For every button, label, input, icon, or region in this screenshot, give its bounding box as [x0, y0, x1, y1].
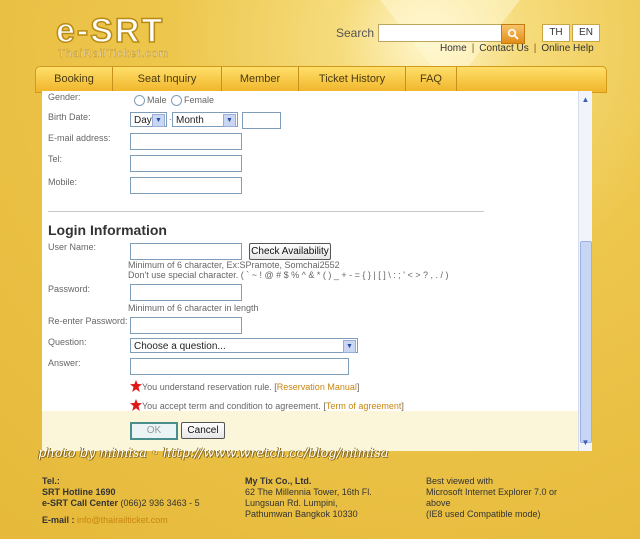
- footer-company-name: My Tix Co., Ltd.: [245, 476, 312, 486]
- radio-female[interactable]: [171, 95, 182, 107]
- footer-browser-note: Best viewed with Microsoft Internet Expl…: [426, 476, 557, 520]
- footer-callcenter-number: (066)2 936 3463 - 5: [120, 498, 200, 508]
- question-select-value: Choose a question...: [134, 341, 226, 352]
- footer-address-3: Pathumwan Bangkok 10330: [245, 509, 358, 519]
- chevron-down-icon: ▼: [152, 114, 165, 127]
- footer-email-link[interactable]: info@thairailticket.com: [77, 515, 168, 525]
- footer-callcenter-label: e-SRT Call Center: [42, 498, 119, 508]
- year-field[interactable]: [242, 112, 281, 129]
- form-button-area: [42, 411, 578, 451]
- reservation-manual-link[interactable]: Reservation Manual: [277, 382, 357, 392]
- separator: |: [471, 43, 475, 54]
- search-input[interactable]: [378, 24, 506, 42]
- password-label: Password:: [48, 284, 91, 294]
- contact-us-link[interactable]: Contact Us: [479, 43, 528, 54]
- birth-date-label: Birth Date:: [48, 112, 91, 122]
- gender-female-label: Female: [184, 95, 215, 105]
- bracket-close: ]: [401, 401, 404, 411]
- nav-member[interactable]: Member: [222, 67, 299, 92]
- radio-male[interactable]: [134, 95, 145, 107]
- search-label: Search: [336, 26, 375, 40]
- day-select[interactable]: Day ▼: [130, 112, 167, 127]
- footer-address-1: 62 The Millennia Tower, 16th Fl.: [245, 487, 372, 497]
- agree-terms-row: You accept term and condition to agreeme…: [142, 401, 404, 411]
- search-button[interactable]: [501, 24, 525, 44]
- chevron-down-icon: ▼: [223, 114, 236, 127]
- reenter-password-label: Re-enter Password:: [48, 316, 128, 326]
- answer-field[interactable]: [130, 358, 349, 375]
- mobile-label: Mobile:: [48, 177, 78, 187]
- separator: |: [533, 43, 537, 54]
- home-link[interactable]: Home: [440, 43, 467, 54]
- ok-button[interactable]: OK: [130, 422, 178, 440]
- term-of-agreement-link[interactable]: Term of agreement: [326, 401, 402, 411]
- tel-field[interactable]: [130, 155, 242, 172]
- section-divider: [48, 211, 484, 212]
- check-availability-button[interactable]: Check Availability: [249, 243, 331, 260]
- footer-best-1: Best viewed with: [426, 476, 494, 486]
- day-select-value: Day: [134, 115, 152, 126]
- username-field[interactable]: [130, 243, 242, 260]
- footer-address-2: Lungsuan Rd. Lumpini,: [245, 498, 338, 508]
- form-scrollbar[interactable]: ▲ ▼: [578, 91, 592, 451]
- footer-email-label: E-mail :: [42, 515, 75, 525]
- top-links: Home | Contact Us | Online Help: [440, 43, 594, 54]
- month-select-value: Month: [176, 115, 204, 126]
- question-label: Question:: [48, 337, 87, 347]
- agree-terms-text: You accept term and condition to agreeme…: [142, 401, 321, 411]
- footer: Tel.: SRT Hotline 1690 e-SRT Call Center…: [0, 470, 640, 539]
- chevron-down-icon: ▼: [343, 340, 356, 353]
- logo-main-text: e-SRT: [55, 12, 165, 50]
- registration-form: Gender: Male Female Birth Date: Day ▼ . M…: [42, 91, 578, 411]
- footer-best-4: (IE8 used Compatible mode): [426, 509, 541, 519]
- gender-male-label: Male: [147, 95, 167, 105]
- footer-best-3: above: [426, 498, 451, 508]
- password-hint: Minimum of 6 character in length: [128, 303, 259, 313]
- main-nav: Booking Seat Inquiry Member Ticket Histo…: [35, 66, 607, 93]
- answer-label: Answer:: [48, 358, 81, 368]
- lang-en-button[interactable]: EN: [572, 24, 600, 42]
- lang-th-button[interactable]: TH: [542, 24, 570, 42]
- login-information-title: Login Information: [48, 222, 167, 238]
- bracket-close: ]: [356, 382, 360, 392]
- red-star-icon: [130, 380, 142, 392]
- nav-faq[interactable]: FAQ: [406, 67, 457, 92]
- question-select[interactable]: Choose a question... ▼: [130, 338, 358, 353]
- scroll-up-icon[interactable]: ▲: [579, 93, 592, 106]
- nav-booking[interactable]: Booking: [36, 67, 113, 92]
- search-icon: [507, 28, 519, 40]
- footer-company: My Tix Co., Ltd. 62 The Millennia Tower,…: [245, 476, 372, 520]
- logo-sub-text: ThaiRailTicket.com: [58, 48, 170, 60]
- online-help-link[interactable]: Online Help: [541, 43, 593, 54]
- mobile-field[interactable]: [130, 177, 242, 194]
- gender-label: Gender:: [48, 92, 81, 102]
- site-logo[interactable]: e-SRT ThaiRailTicket.com: [55, 12, 170, 60]
- reenter-password-field[interactable]: [130, 317, 242, 334]
- gender-male-option[interactable]: Male: [134, 95, 167, 107]
- email-label: E-mail address:: [48, 133, 111, 143]
- footer-tel-label: Tel.:: [42, 476, 60, 486]
- agree-rule-row: You understand reservation rule. [Reserv…: [142, 382, 359, 392]
- footer-best-2: Microsoft Internet Explorer 7.0 or: [426, 487, 558, 497]
- gender-female-option[interactable]: Female: [171, 95, 215, 107]
- cancel-button[interactable]: Cancel: [181, 422, 225, 439]
- month-select[interactable]: Month ▼: [172, 112, 238, 127]
- scroll-down-icon[interactable]: ▼: [579, 436, 592, 449]
- password-field[interactable]: [130, 284, 242, 301]
- username-hint-1: Minimum of 6 character, Ex:SPramote, Som…: [128, 260, 340, 270]
- username-label: User Name:: [48, 242, 97, 252]
- tel-label: Tel:: [48, 154, 63, 164]
- email-field[interactable]: [130, 133, 242, 150]
- scrollbar-thumb[interactable]: [580, 241, 592, 443]
- nav-ticket-history[interactable]: Ticket History: [299, 67, 406, 92]
- footer-contact: Tel.: SRT Hotline 1690 e-SRT Call Center…: [42, 476, 200, 526]
- photo-watermark: photo by mimisa ◦ http://www.wretch.cc/b…: [38, 446, 389, 461]
- username-hint-2: Don't use special character. ( ` ~ ! @ #…: [128, 270, 449, 280]
- footer-hotline: SRT Hotline 1690: [42, 487, 116, 497]
- nav-seat-inquiry[interactable]: Seat Inquiry: [113, 67, 222, 92]
- red-star-icon: [130, 399, 142, 411]
- agree-rule-text: You understand reservation rule.: [142, 382, 272, 392]
